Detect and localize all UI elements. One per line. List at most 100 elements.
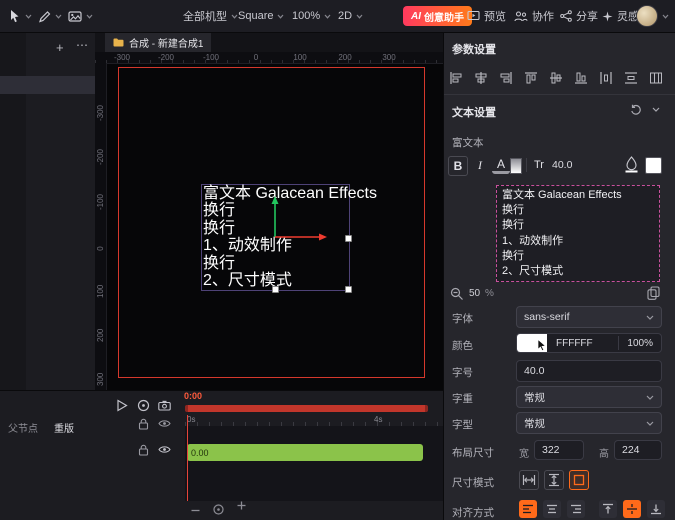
timeline-ruler[interactable]: 0s 4s — [185, 415, 443, 426]
toolbar: 全部机型 Square 100% 2D AI 创意助手 预览 协作 分享 灵感 — [0, 0, 675, 33]
timeline-zoom-slider[interactable] — [212, 503, 225, 516]
font-color-swatch[interactable] — [517, 334, 547, 352]
draw-tool-button[interactable] — [38, 0, 62, 32]
transform-gizmo[interactable] — [255, 192, 345, 252]
ruler-tick: -100 — [96, 193, 105, 210]
record-keyframe-icon[interactable] — [137, 399, 150, 412]
align-bottom-icon[interactable] — [573, 70, 589, 86]
text-align-center-icon[interactable] — [543, 500, 561, 518]
current-time-label: 0:00 — [184, 391, 203, 401]
distribute-vertical-icon[interactable] — [623, 70, 639, 86]
rich-text-preview[interactable]: 富文本 Galacean Effects 换行 换行 1、动效制作 换行 2、尺… — [496, 185, 660, 282]
font-weight-label: 字重 — [452, 393, 473, 405]
height-value: 224 — [622, 444, 640, 456]
size-mode-vertical-icon[interactable] — [544, 470, 564, 490]
collaborate-button[interactable]: 协作 — [514, 0, 554, 32]
format-font-size-value[interactable]: 40.0 — [552, 159, 572, 171]
ruler-tick: 0 — [96, 246, 105, 251]
lock-icon[interactable] — [138, 418, 149, 430]
eye-icon[interactable] — [158, 445, 171, 454]
layer-row-selected[interactable] — [0, 76, 95, 94]
ai-badge: AI — [411, 10, 421, 22]
resize-handle-right[interactable] — [345, 235, 352, 242]
layout-size-label: 布局尺寸 — [452, 447, 494, 459]
device-selector[interactable]: 全部机型 — [183, 0, 238, 32]
ruler-tick: -300 — [96, 104, 105, 121]
text-align-left-icon[interactable] — [519, 500, 537, 518]
cursor-icon — [8, 9, 21, 23]
device-selector-label: 全部机型 — [183, 11, 227, 23]
height-input[interactable]: 224 — [614, 440, 662, 460]
current-color-swatch[interactable] — [645, 157, 662, 174]
lock-icon[interactable] — [138, 444, 149, 456]
ai-assistant-button[interactable]: AI 创意助手 — [403, 6, 472, 26]
font-weight-select[interactable]: 常规 — [516, 386, 662, 408]
collapse-section-icon[interactable] — [652, 107, 660, 112]
font-size-label: 字号 — [452, 367, 473, 379]
align-h-center-icon[interactable] — [473, 70, 489, 86]
italic-button[interactable]: I — [471, 156, 489, 174]
image-icon — [68, 10, 82, 23]
select-tool-button[interactable] — [8, 0, 32, 32]
size-mode-horizontal-icon[interactable] — [519, 470, 539, 490]
align-right-icon[interactable] — [498, 70, 514, 86]
account-menu[interactable] — [636, 0, 669, 32]
align-v-center-icon[interactable] — [548, 70, 564, 86]
preview-zoom-out-icon[interactable] — [450, 287, 464, 301]
divider — [444, 94, 675, 95]
vertical-align-bottom-icon[interactable] — [647, 500, 665, 518]
size-mode-fixed-icon[interactable] — [569, 470, 589, 490]
dimension-mode-label: 2D — [338, 10, 353, 22]
preview-line: 换行 — [502, 249, 524, 262]
chevron-down-icon — [646, 421, 654, 426]
columns-icon[interactable] — [648, 70, 664, 86]
parent-node-value-dropdown[interactable]: 重版 — [54, 419, 74, 437]
font-family-select[interactable]: sans-serif — [516, 306, 662, 328]
gradient-swatch[interactable] — [510, 158, 522, 174]
font-style-select[interactable]: 常规 — [516, 412, 662, 434]
align-top-icon[interactable] — [523, 70, 539, 86]
eye-icon[interactable] — [158, 419, 171, 428]
width-input[interactable]: 322 — [534, 440, 584, 460]
share-button[interactable]: 分享 — [560, 0, 598, 32]
vertical-align-top-icon[interactable] — [599, 500, 617, 518]
add-layer-button[interactable]: + — [56, 40, 64, 55]
composition-tab[interactable]: 合成 - 新建合成1 — [105, 32, 212, 52]
media-tool-button[interactable] — [68, 0, 93, 32]
play-button[interactable] — [116, 399, 128, 412]
inspiration-button[interactable]: 灵感 — [602, 0, 639, 32]
vertical-align-middle-icon[interactable] — [623, 500, 641, 518]
snapshot-icon[interactable] — [158, 400, 171, 411]
text-align-right-icon[interactable] — [567, 500, 585, 518]
collaborate-label: 协作 — [532, 11, 554, 23]
font-weight-value: 常规 — [524, 391, 545, 404]
text-transform-button[interactable]: Tr — [530, 156, 548, 174]
reset-icon[interactable] — [630, 104, 642, 116]
playhead[interactable] — [187, 415, 188, 501]
canvas-text-line: 换行 — [203, 254, 236, 272]
distribute-horizontal-icon[interactable] — [598, 70, 614, 86]
timeline-range-bar[interactable] — [185, 405, 428, 412]
preview-line: 换行 — [502, 219, 524, 232]
timeline-zoom-in-button[interactable] — [236, 500, 247, 511]
font-color-hex[interactable]: FFFFFF — [547, 338, 618, 349]
align-left-icon[interactable] — [448, 70, 464, 86]
timeline-zoom-out-button[interactable] — [190, 505, 201, 516]
text-color-button[interactable]: A — [492, 156, 510, 174]
preview-zoom-value[interactable]: 50 — [469, 288, 480, 299]
track-clip[interactable]: 0.00 — [187, 444, 423, 461]
dimension-mode-selector[interactable]: 2D — [338, 0, 363, 32]
font-color-opacity[interactable]: 100% — [618, 336, 661, 350]
resize-handle-bottom-right[interactable] — [345, 286, 352, 293]
fill-color-icon[interactable] — [624, 156, 639, 173]
copy-icon[interactable] — [647, 286, 660, 300]
resize-handle-bottom[interactable] — [272, 286, 279, 293]
preview-button[interactable]: 预览 — [467, 0, 506, 32]
font-size-input[interactable]: 40.0 — [516, 360, 662, 382]
more-options-button[interactable]: ⋯ — [76, 38, 89, 52]
parent-node-row: 父节点 — [8, 419, 38, 437]
vertical-ruler: -300 -200 -100 0 100 200 300 — [95, 63, 107, 390]
canvas-preset-selector[interactable]: Square — [238, 0, 284, 32]
zoom-selector[interactable]: 100% — [292, 0, 331, 32]
bold-button[interactable]: B — [448, 156, 468, 176]
